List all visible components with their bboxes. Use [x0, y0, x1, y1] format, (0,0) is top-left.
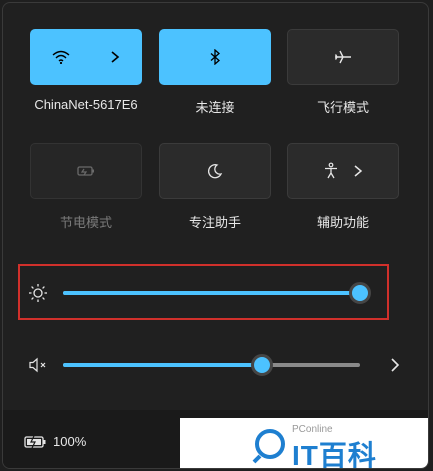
airplane-mode-label: 飞行模式	[316, 100, 369, 115]
quick-settings-panel: ChinaNet-5617E6 未连接 飞行模式 节电模式 专注助手 辅助功能	[2, 2, 429, 469]
watermark-title: IT百科	[292, 439, 377, 469]
volume-thumb[interactable]	[250, 354, 273, 376]
speaker-muted-icon[interactable]	[28, 357, 50, 373]
wifi-tile[interactable]	[30, 29, 142, 85]
volume-expand-chevron-icon[interactable]	[390, 357, 400, 373]
accessibility-icon	[323, 162, 339, 180]
battery-saver-tile[interactable]	[30, 143, 142, 199]
pconline-watermark: PConline IT百科	[180, 418, 428, 469]
focus-assist-label: 专注助手	[188, 215, 241, 230]
battery-charging-icon	[23, 435, 47, 449]
battery-saver-label: 节电模式	[59, 215, 112, 230]
footer-bar: 100% PConline IT百科	[3, 410, 428, 469]
volume-slider-row	[3, 345, 428, 385]
battery-status[interactable]: 100%	[23, 434, 86, 449]
bluetooth-icon	[209, 49, 221, 65]
wifi-expand-chevron-icon[interactable]	[110, 50, 120, 64]
battery-saver-icon	[76, 164, 96, 178]
wifi-label: ChinaNet-5617E6	[34, 97, 138, 112]
accessibility-tile[interactable]	[287, 143, 399, 199]
volume-fill	[63, 363, 262, 367]
bluetooth-label: 未连接	[195, 100, 235, 115]
airplane-icon	[334, 49, 352, 65]
volume-track[interactable]	[63, 354, 360, 376]
moon-icon	[207, 163, 223, 179]
battery-percentage: 100%	[53, 434, 87, 449]
brightness-highlight-box	[18, 264, 389, 320]
bluetooth-tile[interactable]	[159, 29, 271, 85]
accessibility-label: 辅助功能	[316, 215, 369, 230]
airplane-mode-tile[interactable]	[287, 29, 399, 85]
accessibility-expand-chevron-icon[interactable]	[353, 164, 363, 178]
wifi-icon	[52, 50, 70, 64]
focus-assist-tile[interactable]	[159, 143, 271, 199]
search-logo-icon	[250, 426, 290, 466]
